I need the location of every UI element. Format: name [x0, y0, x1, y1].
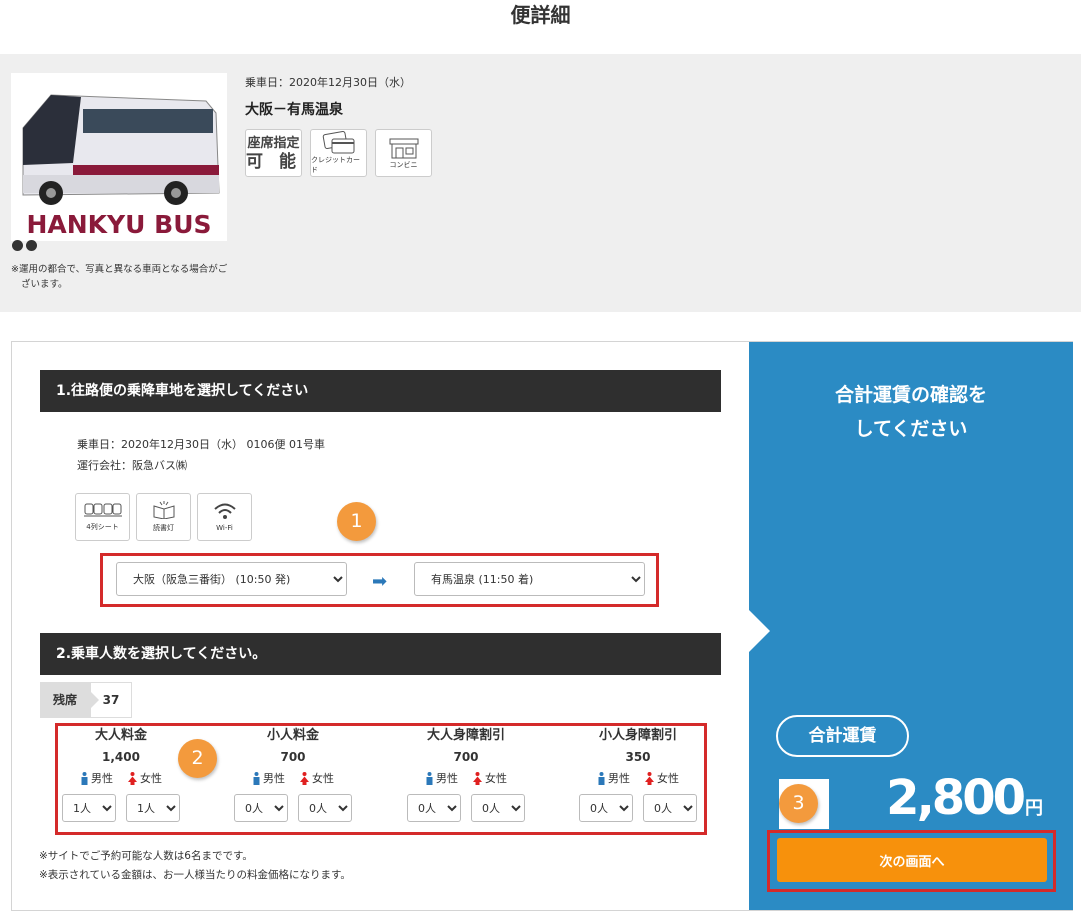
- male-label: 男性: [252, 770, 285, 786]
- male-icon: [81, 771, 88, 785]
- remaining-seats-label: 残席: [40, 682, 99, 718]
- operator: 運行会社：阪急バス㈱: [77, 459, 187, 472]
- trip-feature-icons: 4列シート 読書灯 Wi-Fi: [75, 493, 252, 541]
- fare-column-adult-disability: 大人身障割引 700 男性 女性 0人 0人: [391, 727, 541, 822]
- feature-icons: 座席指定 可 能 クレジットカード コンビニ: [245, 129, 432, 177]
- callout-1: 1: [337, 502, 376, 541]
- seat-reservation-icon: 座席指定 可 能: [245, 129, 302, 177]
- note-max-passengers: ※サイトでご予約可能な人数は6名までです。: [39, 850, 253, 862]
- adult-disability-male-count-select[interactable]: 0人: [407, 794, 461, 822]
- male-label: 男性: [597, 770, 630, 786]
- arrow-right-icon: ➡: [372, 571, 388, 592]
- fare-price: 700: [453, 750, 479, 764]
- female-label: 女性: [472, 770, 507, 786]
- male-label: 男性: [80, 770, 113, 786]
- fare-column-adult: 大人料金 1,400 男性 女性 1人 1人: [46, 727, 196, 822]
- adult-male-count-select[interactable]: 1人: [62, 794, 116, 822]
- carousel-dot[interactable]: [26, 240, 37, 251]
- total-fare-label: 合計運賃: [776, 715, 909, 757]
- photo-note: ※運用の都合で、写真と異なる車両となる場合がございます。: [11, 264, 228, 290]
- female-label: 女性: [127, 770, 162, 786]
- male-label: 男性: [425, 770, 458, 786]
- carousel-dot[interactable]: [12, 240, 23, 251]
- male-icon: [426, 771, 433, 785]
- trip-info: 乗車日：2020年12月30日（水） 0106便 01号車 運行会社：阪急バス㈱: [77, 434, 325, 476]
- child-female-count-select[interactable]: 0人: [298, 794, 352, 822]
- child-male-count-select[interactable]: 0人: [234, 794, 288, 822]
- carousel-dots[interactable]: [12, 240, 37, 251]
- panel-notch: [749, 610, 770, 652]
- trip-summary: HANKYU BUS ※運用の都合で、写真と異なる車両となる場合がございます。 …: [0, 54, 1081, 312]
- total-fare-panel: 合計運賃の確認を してください 合計運賃 3 2,800 円 次の画面へ: [749, 342, 1073, 910]
- convenience-store-icon: コンビニ: [375, 129, 432, 177]
- next-screen-button[interactable]: 次の画面へ: [777, 838, 1047, 882]
- booking-card: 1.往路便の乗降車地を選択してください 乗車日：2020年12月30日（水） 0…: [11, 341, 1073, 911]
- female-label: 女性: [299, 770, 334, 786]
- four-row-seat-icon: 4列シート: [75, 493, 130, 541]
- child-disability-female-count-select[interactable]: 0人: [643, 794, 697, 822]
- female-icon: [645, 771, 654, 785]
- fare-column-child-disability: 小人身障割引 350 男性 女性 0人 0人: [563, 727, 713, 822]
- female-icon: [128, 771, 137, 785]
- child-disability-male-count-select[interactable]: 0人: [579, 794, 633, 822]
- arrival-stop-select[interactable]: 有馬温泉 (11:50 着): [414, 562, 645, 596]
- ride-info: 乗車日：2020年12月30日（水） 0106便 01号車: [77, 438, 325, 451]
- booking-notes: ※サイトでご予約可能な人数は6名までです。 ※表示されている金額は、お一人様当た…: [39, 847, 351, 885]
- confirm-total-message: 合計運賃の確認を してください: [834, 384, 987, 440]
- route-name: 大阪－有馬温泉: [245, 102, 343, 118]
- svg-text:HANKYU BUS: HANKYU BUS: [26, 210, 211, 239]
- female-icon: [473, 771, 482, 785]
- fare-name: 小人身障割引: [598, 728, 677, 743]
- fare-price: 700: [280, 750, 306, 764]
- total-fare-amount: 2,800 円: [886, 770, 1043, 826]
- wifi-icon: Wi-Fi: [197, 493, 252, 541]
- section2-title: 2.乗車人数を選択してください。: [40, 633, 721, 675]
- fare-price: 350: [625, 750, 651, 764]
- page-title: 便詳細: [510, 3, 571, 27]
- male-icon: [598, 771, 605, 785]
- fare-column-child: 小人料金 700 男性 女性 0人 0人: [218, 727, 368, 822]
- callout-3: 3: [779, 784, 818, 823]
- ride-date: 乗車日：2020年12月30日（水）: [245, 76, 411, 89]
- fare-name: 大人料金: [94, 728, 147, 743]
- note-price-per-person: ※表示されている金額は、お一人様当たりの料金価格になります。: [39, 869, 351, 881]
- remaining-seats-count: 37: [90, 682, 132, 718]
- section1-title: 1.往路便の乗降車地を選択してください: [40, 370, 721, 412]
- fare-price: 1,400: [102, 750, 140, 764]
- adult-disability-female-count-select[interactable]: 0人: [471, 794, 525, 822]
- male-icon: [253, 771, 260, 785]
- reading-light-icon: 読書灯: [136, 493, 191, 541]
- credit-card-icon: クレジットカード: [310, 129, 367, 177]
- fare-name: 大人身障割引: [426, 728, 505, 743]
- female-label: 女性: [644, 770, 679, 786]
- fare-name: 小人料金: [266, 728, 319, 743]
- departure-stop-select[interactable]: 大阪（阪急三番街） (10:50 発): [116, 562, 347, 596]
- adult-female-count-select[interactable]: 1人: [126, 794, 180, 822]
- bus-photo: HANKYU BUS: [11, 73, 227, 241]
- female-icon: [300, 771, 309, 785]
